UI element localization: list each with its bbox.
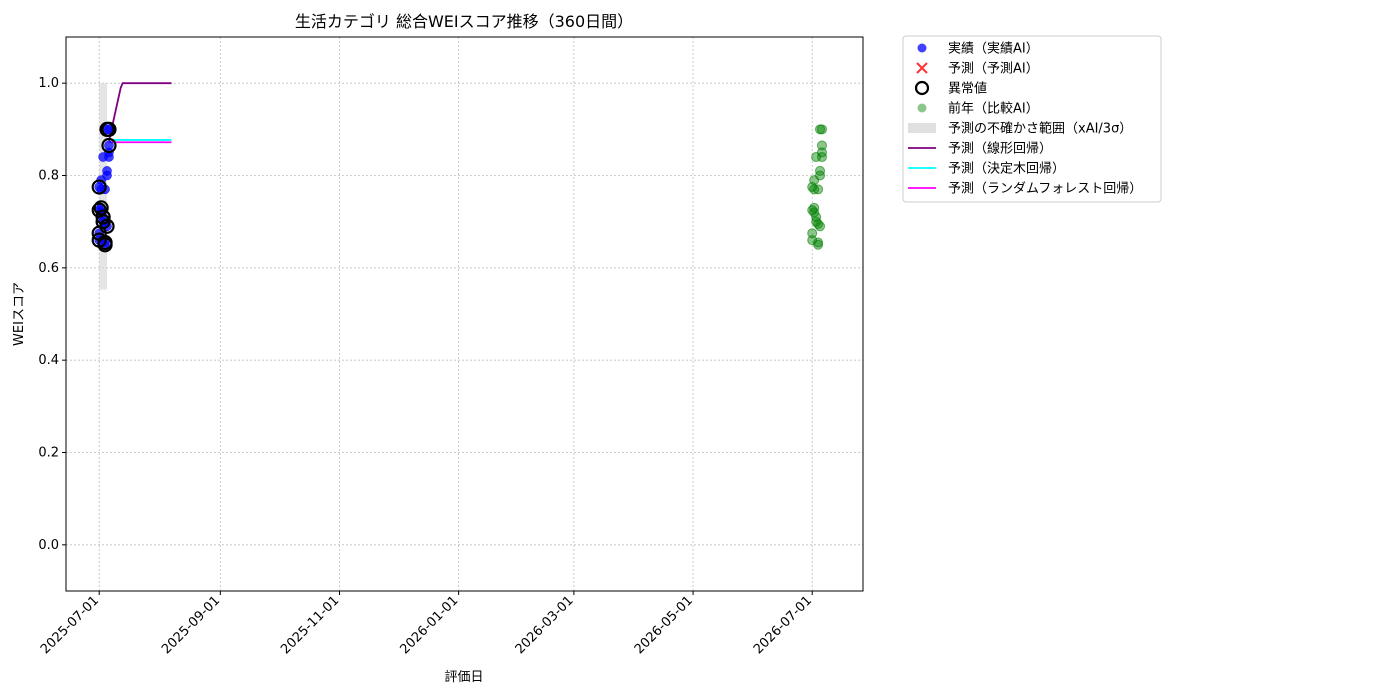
last-year-point <box>813 184 824 195</box>
legend-marker-actual <box>917 43 927 53</box>
last-year-point <box>816 124 827 135</box>
legend-marker-band <box>908 123 936 133</box>
y-axis-label: WEIスコア <box>12 282 27 346</box>
chart-title: 生活カテゴリ 総合WEIスコア推移（360日間） <box>295 12 633 31</box>
y-tick-label: 0.0 <box>38 538 59 553</box>
legend-label: 予測（決定木回帰） <box>948 161 1065 177</box>
y-tick-label: 1.0 <box>38 76 59 91</box>
last-year-point <box>815 221 826 232</box>
legend: 実績（実績AI） 予測（予測AI） 異常値前年（比較AI） 予測の不確かさ範囲（xAI… <box>902 35 1162 203</box>
last-year-point <box>815 170 826 181</box>
y-tick-label: 0.2 <box>38 446 59 461</box>
legend-marker-last-year <box>917 103 927 113</box>
y-tick-label: 0.4 <box>38 353 59 368</box>
chart-figure: 0.00.20.40.60.81.02025-07-01 2025-09-01 20… <box>0 0 1400 700</box>
legend-label: 予測（予測AI） <box>948 62 1039 77</box>
legend-label: 前年（比較AI） <box>948 101 1039 117</box>
actual-point <box>102 170 112 181</box>
last-year-point <box>816 147 827 158</box>
legend-label: 異常値 <box>948 81 987 97</box>
legend-label: 予測（ランダムフォレスト回帰） <box>948 181 1142 197</box>
last-year-point <box>813 239 824 250</box>
y-tick-label: 0.6 <box>38 261 59 276</box>
legend-label: 予測（線形回帰） <box>948 141 1052 157</box>
legend-label: 実績（実績AI） <box>948 41 1039 57</box>
x-axis-label: 評価日 <box>444 670 483 685</box>
legend-label: 予測の不確かさ範囲（xAI/3σ） <box>948 121 1132 137</box>
y-tick-label: 0.8 <box>38 169 59 184</box>
